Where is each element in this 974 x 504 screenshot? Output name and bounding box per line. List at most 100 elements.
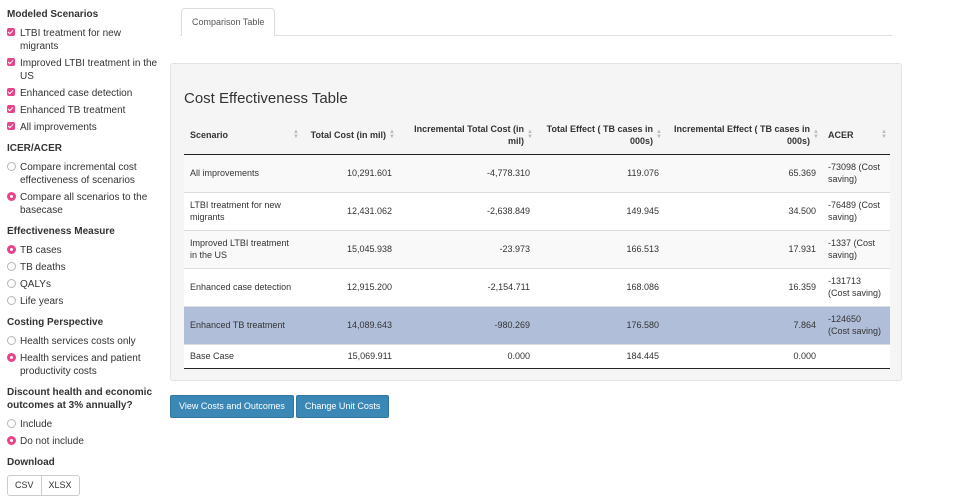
cell-total-cost: 10,291.601 [302, 153, 398, 192]
column-header-total-cost[interactable]: Total Cost (in mil) ▲ ▼ [302, 116, 398, 155]
column-header-incremental-total-cost[interactable]: Incremental Total Cost (in mil) ▲ ▼ [398, 116, 536, 155]
icer-acer-group: ICER/ACER Compare incremental cost effec… [7, 142, 160, 217]
table-row[interactable]: All improvements 10,291.601 -4,778.310 1… [184, 153, 890, 192]
checkbox-ltbi-new-migrants[interactable]: LTBI treatment for new migrants [7, 27, 160, 53]
sort-icon: ▲ ▼ [881, 128, 887, 140]
checkbox-label: LTBI treatment for new migrants [20, 28, 121, 52]
sidebar: Modeled Scenarios LTBI treatment for new… [0, 0, 160, 504]
checkbox-enhanced-tb-treatment[interactable]: Enhanced TB treatment [7, 104, 160, 117]
cell-scenario: Base Case [184, 343, 302, 369]
cell-total-cost: 14,089.643 [302, 305, 398, 344]
modeled-scenarios-heading: Modeled Scenarios [7, 9, 99, 20]
checkbox-all-improvements[interactable]: All improvements [7, 121, 160, 134]
cell-total-cost: 12,431.062 [302, 191, 398, 230]
radio-compare-incremental[interactable]: Compare incremental cost effectiveness o… [7, 161, 160, 187]
column-header-label: Incremental Total Cost (in mil) [414, 123, 524, 146]
radio-label: Do not include [20, 436, 84, 447]
radio-tb-deaths[interactable]: TB deaths [7, 261, 160, 274]
cell-acer: -76489 (Cost saving) [822, 191, 890, 230]
action-buttons: View Costs and Outcomes Change Unit Cost… [170, 395, 390, 418]
cell-scenario: Enhanced TB treatment [184, 305, 302, 344]
checkbox-label: Enhanced case detection [20, 88, 133, 99]
icer-acer-heading: ICER/ACER [7, 143, 63, 154]
column-header-label: ACER [828, 129, 854, 140]
table-header-row: Scenario ▲ ▼ Total Cost (in mil) ▲ ▼ Increme… [184, 116, 890, 155]
checkbox-label: Enhanced TB treatment [20, 105, 126, 116]
cell-scenario: All improvements [184, 153, 302, 192]
checkbox-checked-icon[interactable] [7, 105, 15, 113]
checkbox-improved-ltbi-us[interactable]: Improved LTBI treatment in the US [7, 57, 160, 83]
column-header-scenario[interactable]: Scenario ▲ ▼ [184, 116, 302, 155]
column-header-label: Incremental Effect ( TB cases in 000s) [673, 123, 810, 146]
cell-incremental-effect: 7.864 [665, 305, 822, 344]
cell-total-cost: 15,045.938 [302, 229, 398, 268]
cost-effectiveness-table: Scenario ▲ ▼ Total Cost (in mil) ▲ ▼ Increme… [184, 116, 890, 369]
checkbox-label: Improved LTBI treatment in the US [20, 58, 158, 82]
radio-unselected-icon[interactable] [7, 336, 16, 345]
radio-label: Health services costs only [20, 336, 136, 347]
radio-label: TB cases [20, 245, 62, 256]
sort-icon: ▲ ▼ [656, 128, 662, 140]
column-header-acer[interactable]: ACER ▲ ▼ [822, 116, 890, 155]
checkbox-checked-icon[interactable] [7, 88, 15, 96]
view-costs-button[interactable]: View Costs and Outcomes [170, 395, 294, 418]
download-heading: Download [7, 457, 55, 468]
sort-icon: ▲ ▼ [527, 128, 533, 140]
xlsx-button[interactable]: XLSX [41, 475, 80, 496]
radio-tb-cases[interactable]: TB cases [7, 244, 160, 257]
cell-acer [822, 343, 890, 369]
table-row-selected[interactable]: Enhanced TB treatment 14,089.643 -980.26… [184, 305, 890, 344]
checkbox-checked-icon[interactable] [7, 28, 15, 36]
radio-unselected-icon[interactable] [7, 419, 16, 428]
radio-health-services-only[interactable]: Health services costs only [7, 335, 160, 348]
radio-selected-icon[interactable] [7, 192, 16, 201]
radio-selected-icon[interactable] [7, 245, 16, 254]
radio-health-and-productivity[interactable]: Health services and patient productivity… [7, 352, 160, 378]
radio-label: TB deaths [20, 262, 66, 273]
cost-effectiveness-panel: Cost Effectiveness Table Scenario ▲ ▼ Tota… [170, 63, 902, 381]
checkbox-enhanced-case-detection[interactable]: Enhanced case detection [7, 87, 160, 100]
checkbox-label: All improvements [20, 122, 97, 133]
checkbox-checked-icon[interactable] [7, 122, 15, 130]
cell-incremental-effect: 65.369 [665, 153, 822, 192]
radio-selected-icon[interactable] [7, 353, 16, 362]
radio-life-years[interactable]: Life years [7, 295, 160, 308]
radio-include[interactable]: Include [7, 418, 160, 431]
radio-selected-icon[interactable] [7, 436, 16, 445]
cell-acer: -124650 (Cost saving) [822, 305, 890, 344]
radio-label: Health services and patient productivity… [20, 353, 141, 377]
cell-total-effect: 166.513 [536, 229, 665, 268]
cell-total-effect: 119.076 [536, 153, 665, 192]
checkbox-checked-icon[interactable] [7, 58, 15, 66]
cell-incremental-total-cost: -4,778.310 [398, 153, 536, 192]
table-row[interactable]: LTBI treatment for new migrants 12,431.0… [184, 191, 890, 230]
radio-compare-basecase[interactable]: Compare all scenarios to the basecase [7, 191, 160, 217]
table-row[interactable]: Base Case 15,069.911 0.000 184.445 0.000 [184, 343, 890, 369]
column-header-label: Total Cost (in mil) [310, 129, 386, 140]
radio-label: Compare all scenarios to the basecase [20, 192, 148, 216]
column-header-total-effect[interactable]: Total Effect ( TB cases in 000s) ▲ ▼ [536, 116, 665, 155]
radio-unselected-icon[interactable] [7, 279, 16, 288]
cell-scenario: Enhanced case detection [184, 267, 302, 306]
csv-button[interactable]: CSV [7, 475, 42, 496]
sort-icon: ▲ ▼ [293, 128, 299, 140]
modeled-scenarios-group: Modeled Scenarios LTBI treatment for new… [7, 8, 160, 134]
effectiveness-heading: Effectiveness Measure [7, 226, 115, 237]
radio-do-not-include[interactable]: Do not include [7, 435, 160, 448]
radio-unselected-icon[interactable] [7, 262, 16, 271]
radio-unselected-icon[interactable] [7, 162, 16, 171]
change-unit-costs-button[interactable]: Change Unit Costs [295, 395, 390, 418]
tab-comparison-table[interactable]: Comparison Table [181, 8, 276, 36]
column-header-incremental-effect[interactable]: Incremental Effect ( TB cases in 000s) ▲ ▼ [665, 116, 822, 155]
cell-incremental-total-cost: -980.269 [398, 305, 536, 344]
radio-qalys[interactable]: QALYs [7, 278, 160, 291]
table-row[interactable]: Improved LTBI treatment in the US 15,045… [184, 229, 890, 268]
cell-incremental-effect: 34.500 [665, 191, 822, 230]
radio-unselected-icon[interactable] [7, 296, 16, 305]
sort-icon: ▲ ▼ [813, 128, 819, 140]
cell-incremental-total-cost: -23.973 [398, 229, 536, 268]
download-buttons: CSV XLSX [7, 475, 160, 496]
panel-title: Cost Effectiveness Table [184, 90, 348, 107]
table-row[interactable]: Enhanced case detection 12,915.200 -2,15… [184, 267, 890, 306]
sort-icon: ▲ ▼ [389, 128, 395, 140]
